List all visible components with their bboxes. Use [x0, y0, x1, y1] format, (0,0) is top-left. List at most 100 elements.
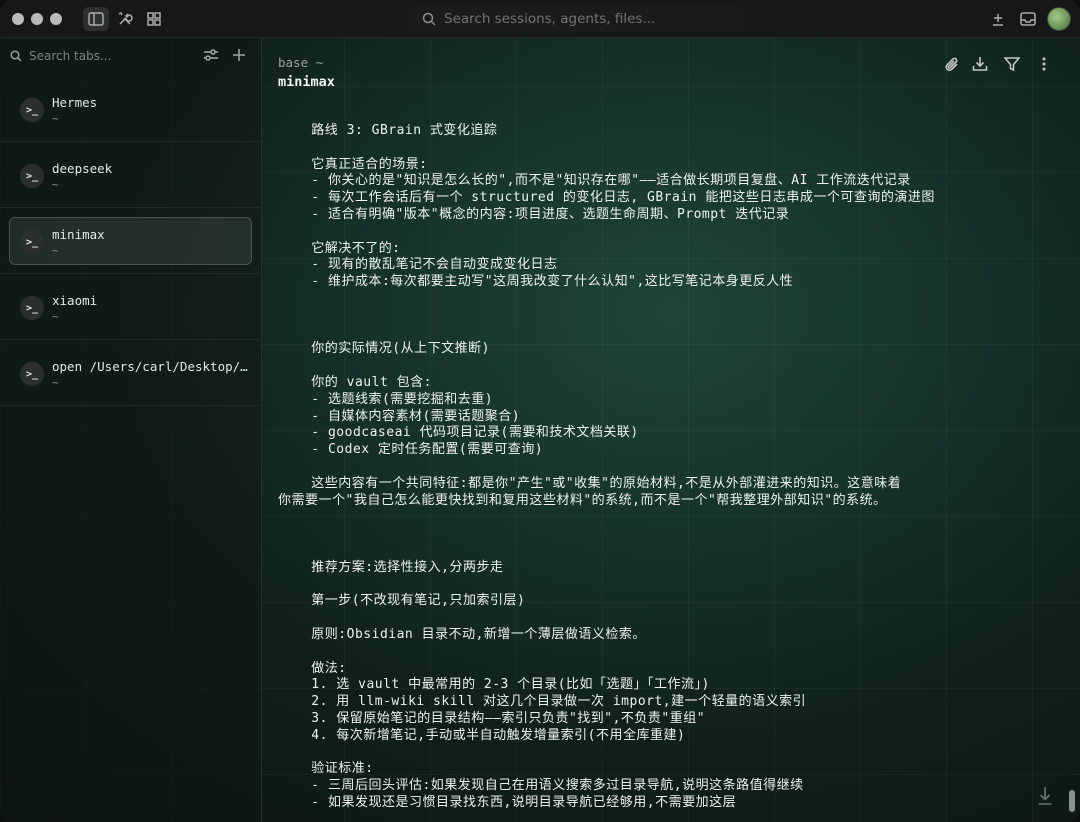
inbox-icon [1020, 12, 1036, 26]
global-search-placeholder: Search sessions, agents, files... [444, 11, 656, 27]
scrollbar-thumb[interactable] [1069, 790, 1075, 812]
output-line: - 你关心的是"知识是怎么长的",而不是"知识存在哪"——适合做长期项目复盘、A… [278, 173, 911, 189]
window-close-button[interactable] [12, 13, 24, 25]
output-line: 原则:Obsidian 目录不动,新增一个薄层做语义检索。 [278, 626, 646, 642]
plus-icon [233, 49, 245, 61]
title-bar: Search sessions, agents, files... [0, 0, 1080, 38]
grid-view-button[interactable] [141, 7, 167, 31]
session-output: 路线 3: GBrain 式变化追踪 它真正适合的场景: - 你关心的是"知识是… [278, 123, 1068, 812]
output-line: 你的 vault 包含: [278, 374, 432, 390]
more-vertical-icon [1042, 57, 1046, 71]
sidebar-item-label: minimax [52, 227, 105, 242]
output-line: - 选题线索(需要挖掘和去重) [278, 391, 494, 407]
sidebar-item-path: ~ [52, 244, 59, 257]
output-line: - goodcaseai 代码项目记录(需要和技术文档关联) [278, 425, 639, 441]
output-line: 你需要一个"我自己怎么能更快找到和复用这些材料"的系统,而不是一个"帮我整理外部… [278, 492, 887, 508]
output-line: - 现有的散乱笔记不会自动变成变化日志 [278, 257, 558, 273]
session-title: minimax [278, 74, 335, 90]
tools-button[interactable] [112, 7, 138, 31]
inbox-button[interactable] [1015, 7, 1041, 31]
output-line: 验证标准: [278, 761, 374, 777]
new-session-button[interactable] [985, 7, 1011, 31]
more-options-button[interactable] [1033, 53, 1055, 75]
output-line: - 三周后回头评估:如果发现自己在用语义搜索多过目录导航,说明这条路值得继续 [278, 778, 804, 794]
tab-search-input[interactable]: Search tabs... [10, 46, 111, 66]
filter-icon [1004, 57, 1020, 72]
global-search-input[interactable]: Search sessions, agents, files... [408, 6, 744, 32]
scroll-to-bottom-button[interactable] [1034, 784, 1056, 808]
app-window: Search sessions, agents, files... Search… [0, 0, 1080, 822]
output-line: 推荐方案:选择性接入,分两步走 [278, 559, 504, 575]
new-tab-button[interactable] [230, 46, 248, 64]
grid-icon [147, 12, 161, 26]
filter-settings-button[interactable] [202, 46, 220, 64]
sidebar-item-open-desktop[interactable]: >_ open /Users/carl/Desktop/... ~ [0, 340, 262, 406]
attach-button[interactable] [941, 53, 963, 75]
sidebar-item-hermes[interactable]: >_ Hermes ~ [0, 76, 262, 142]
output-line: 你的实际情况(从上下文推断) [278, 341, 490, 357]
sidebar-icon [88, 12, 104, 26]
user-avatar[interactable] [1047, 7, 1071, 31]
download-icon [972, 57, 988, 71]
terminal-icon: >_ [20, 164, 44, 188]
output-line: - Codex 定时任务配置(需要可查询) [278, 442, 544, 458]
add-box-icon [993, 14, 1003, 26]
sidebar-item-path: ~ [52, 112, 59, 125]
output-line: - 维护成本:每次都要主动写"这周我改变了什么认知",这比写笔记本身更反人性 [278, 274, 794, 290]
terminal-icon: >_ [20, 362, 44, 386]
sidebar-item-path: ~ [52, 178, 59, 191]
breadcrumb: base ~ [278, 55, 324, 70]
output-line: 第一步(不改现有笔记,只加索引层) [278, 593, 526, 609]
terminal-icon: >_ [20, 230, 44, 254]
sidebar-item-label: open /Users/carl/Desktop/... [52, 359, 248, 374]
session-panel: base ~ minimax 路线 3: GBrain 式变化追踪 它真正适合的… [262, 38, 1080, 822]
output-line: 它真正适合的场景: [278, 156, 428, 172]
output-line: 它解决不了的: [278, 240, 401, 256]
sidebar-item-path: ~ [52, 376, 59, 389]
output-line: 路线 3: GBrain 式变化追踪 [278, 123, 498, 138]
output-line: 4. 每次新增笔记,手动或半自动触发增量索引(不用全库重建) [278, 727, 686, 743]
sidebar-item-minimax[interactable]: >_ minimax ~ [0, 208, 262, 274]
output-line: 2. 用 llm-wiki skill 对这几个目录做一次 import,建一个… [278, 694, 807, 710]
sidebar: Search tabs... >_ Hermes ~ >_ deepseek ~… [0, 38, 262, 822]
terminal-icon: >_ [20, 296, 44, 320]
output-line: - 每次工作会话后有一个 structured 的变化日志, GBrain 能把… [278, 190, 935, 206]
window-minimize-button[interactable] [31, 13, 43, 25]
sidebar-item-xiaomi[interactable]: >_ xiaomi ~ [0, 274, 262, 340]
output-line: 1. 选 vault 中最常用的 2-3 个目录(比如「选题」「工作流」) [278, 677, 710, 693]
window-maximize-button[interactable] [50, 13, 62, 25]
output-line: 3. 保留原始笔记的目录结构——索引只负责"找到",不负责"重组" [278, 710, 706, 726]
sidebar-item-path: ~ [52, 310, 59, 323]
sidebar-item-label: Hermes [52, 95, 98, 110]
filter-button[interactable] [1001, 53, 1023, 75]
search-icon [422, 12, 436, 26]
search-icon [10, 50, 22, 62]
tools-icon [118, 11, 133, 25]
output-line: 做法: [278, 660, 347, 676]
output-line: 这些内容有一个共同特征:都是你"产生"或"收集"的原始材料,不是从外部灌进来的知… [278, 475, 902, 491]
tab-search-placeholder: Search tabs... [29, 49, 112, 63]
output-line: - 如果发现还是习惯目录找东西,说明目录导航已经够用,不需要加这层 [278, 794, 737, 810]
sidebar-item-deepseek[interactable]: >_ deepseek ~ [0, 142, 262, 208]
sidebar-toggle-button[interactable] [83, 7, 109, 31]
arrow-down-to-line-icon [1038, 787, 1052, 805]
download-button[interactable] [969, 53, 991, 75]
paperclip-icon [945, 57, 958, 71]
sliders-icon [204, 49, 218, 61]
sidebar-item-label: deepseek [52, 161, 113, 176]
output-line: - 自媒体内容素材(需要话题聚合) [278, 408, 521, 424]
sidebar-item-label: xiaomi [52, 293, 98, 308]
